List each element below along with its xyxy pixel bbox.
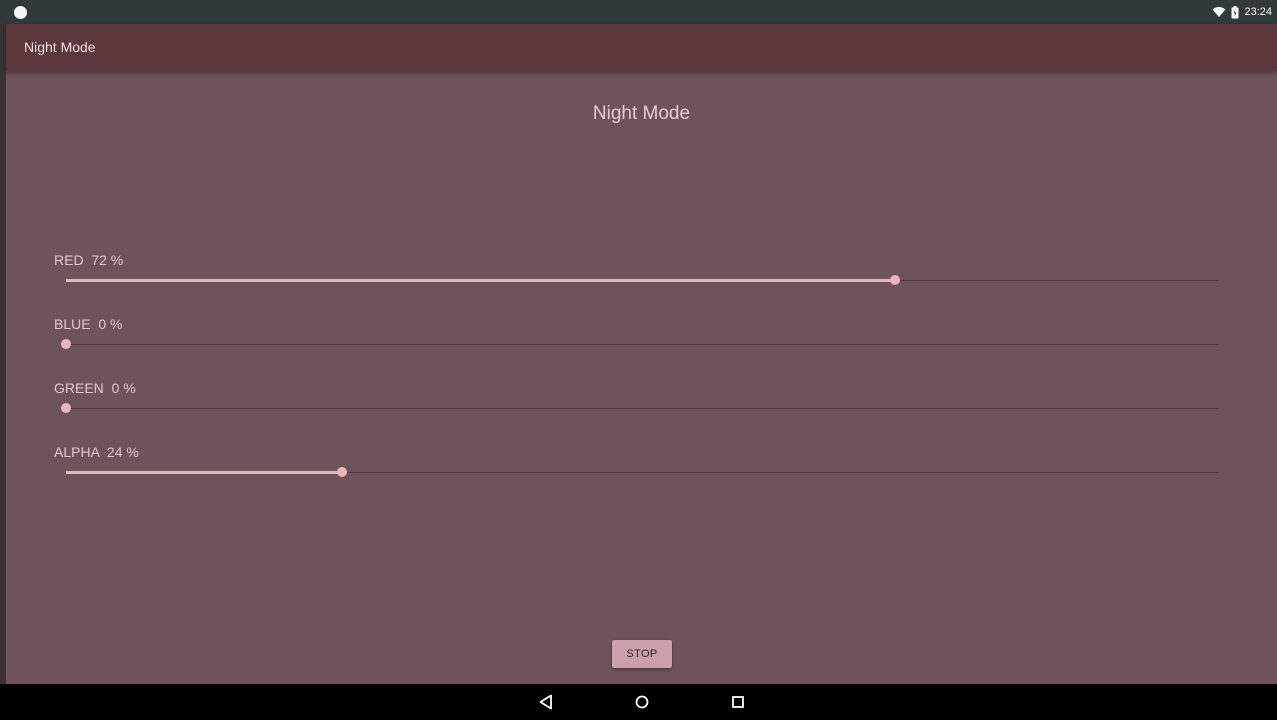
alpha-slider-label: ALPHA 24 % bbox=[54, 444, 139, 460]
green-slider-label: GREEN 0 % bbox=[54, 380, 136, 396]
app-title: Night Mode bbox=[24, 39, 96, 55]
app-window: Night Mode Night Mode RED 72 % BLUE 0 % … bbox=[6, 24, 1277, 684]
wifi-icon bbox=[1212, 6, 1226, 18]
green-slider[interactable] bbox=[61, 403, 1218, 413]
page-heading: Night Mode bbox=[592, 103, 691, 124]
red-slider[interactable] bbox=[66, 275, 1218, 285]
green-slider-thumb[interactable] bbox=[61, 403, 71, 413]
blue-slider-thumb[interactable] bbox=[61, 339, 71, 349]
recents-icon[interactable] bbox=[728, 692, 748, 712]
status-icons: 23:24 bbox=[1212, 0, 1272, 24]
blue-slider[interactable] bbox=[61, 339, 1218, 349]
red-slider-fill bbox=[66, 279, 896, 282]
battery-icon bbox=[1231, 5, 1239, 19]
app-bar: Night Mode bbox=[6, 24, 1277, 71]
red-slider-label: RED 72 % bbox=[54, 252, 124, 268]
navigation-bar bbox=[0, 684, 1277, 720]
blue-slider-row: BLUE 0 % bbox=[54, 316, 1224, 366]
green-slider-row: GREEN 0 % bbox=[54, 380, 1224, 430]
stop-button[interactable]: STOP bbox=[612, 640, 672, 668]
back-icon[interactable] bbox=[536, 692, 556, 712]
alpha-slider[interactable] bbox=[66, 467, 1218, 477]
alpha-slider-thumb[interactable] bbox=[337, 467, 348, 477]
alpha-slider-row: ALPHA 24 % bbox=[54, 444, 1224, 494]
home-icon[interactable] bbox=[632, 692, 652, 712]
red-slider-thumb[interactable] bbox=[890, 275, 901, 285]
alpha-slider-fill bbox=[66, 471, 343, 474]
status-time: 23:24 bbox=[1244, 6, 1272, 18]
red-slider-row: RED 72 % bbox=[54, 252, 1224, 302]
notification-dot-icon bbox=[14, 6, 27, 19]
blue-slider-label: BLUE 0 % bbox=[54, 316, 123, 332]
status-bar: 23:24 bbox=[0, 0, 1277, 24]
